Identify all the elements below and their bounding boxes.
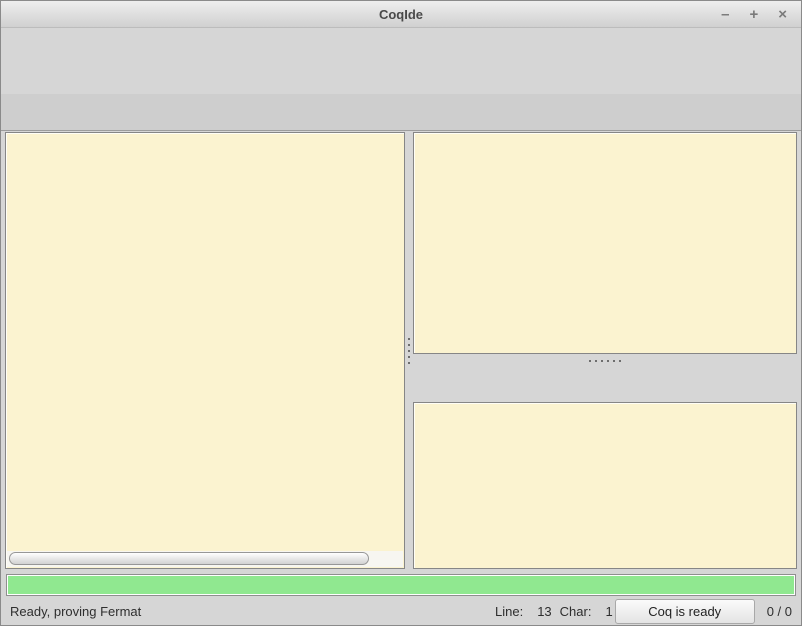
status-text: Ready, proving Fermat	[10, 604, 141, 619]
titlebar: CoqIde – + ×	[1, 1, 801, 28]
minimize-icon[interactable]: –	[721, 7, 729, 22]
scrollbar-thumb[interactable]	[9, 552, 369, 565]
main-area	[1, 131, 801, 571]
line-label: Line:	[495, 604, 523, 619]
window-controls: – + ×	[721, 7, 801, 22]
line-value: 13	[537, 604, 551, 619]
horizontal-splitter[interactable]	[413, 354, 797, 367]
close-icon[interactable]: ×	[778, 7, 787, 22]
script-buffer[interactable]	[6, 133, 404, 550]
editor-horizontal-scrollbar[interactable]	[7, 551, 403, 567]
messages-content	[413, 402, 797, 569]
coq-state-button[interactable]: Coq is ready	[615, 599, 755, 624]
vertical-splitter[interactable]	[405, 132, 413, 569]
coqide-window: CoqIde – + ×	[0, 0, 802, 626]
statusbar-right: Line: 13 Char: 1 Coq is ready 0 / 0	[495, 599, 792, 624]
messages-tabstrip	[413, 367, 797, 402]
char-label: Char:	[560, 604, 592, 619]
script-editor-pane[interactable]	[5, 132, 405, 569]
goals-pane	[413, 132, 797, 354]
toolbar	[1, 52, 801, 94]
jobs-counter: 0 / 0	[767, 604, 792, 619]
document-tabstrip	[1, 94, 801, 131]
menubar	[1, 28, 801, 52]
statusbar: Ready, proving Fermat Line: 13 Char: 1 C…	[1, 597, 801, 625]
messages-notebook	[413, 367, 797, 569]
progress-bar	[6, 574, 796, 596]
char-value: 1	[605, 604, 612, 619]
right-column	[413, 132, 797, 569]
maximize-icon[interactable]: +	[749, 7, 758, 22]
window-title: CoqIde	[1, 7, 801, 22]
